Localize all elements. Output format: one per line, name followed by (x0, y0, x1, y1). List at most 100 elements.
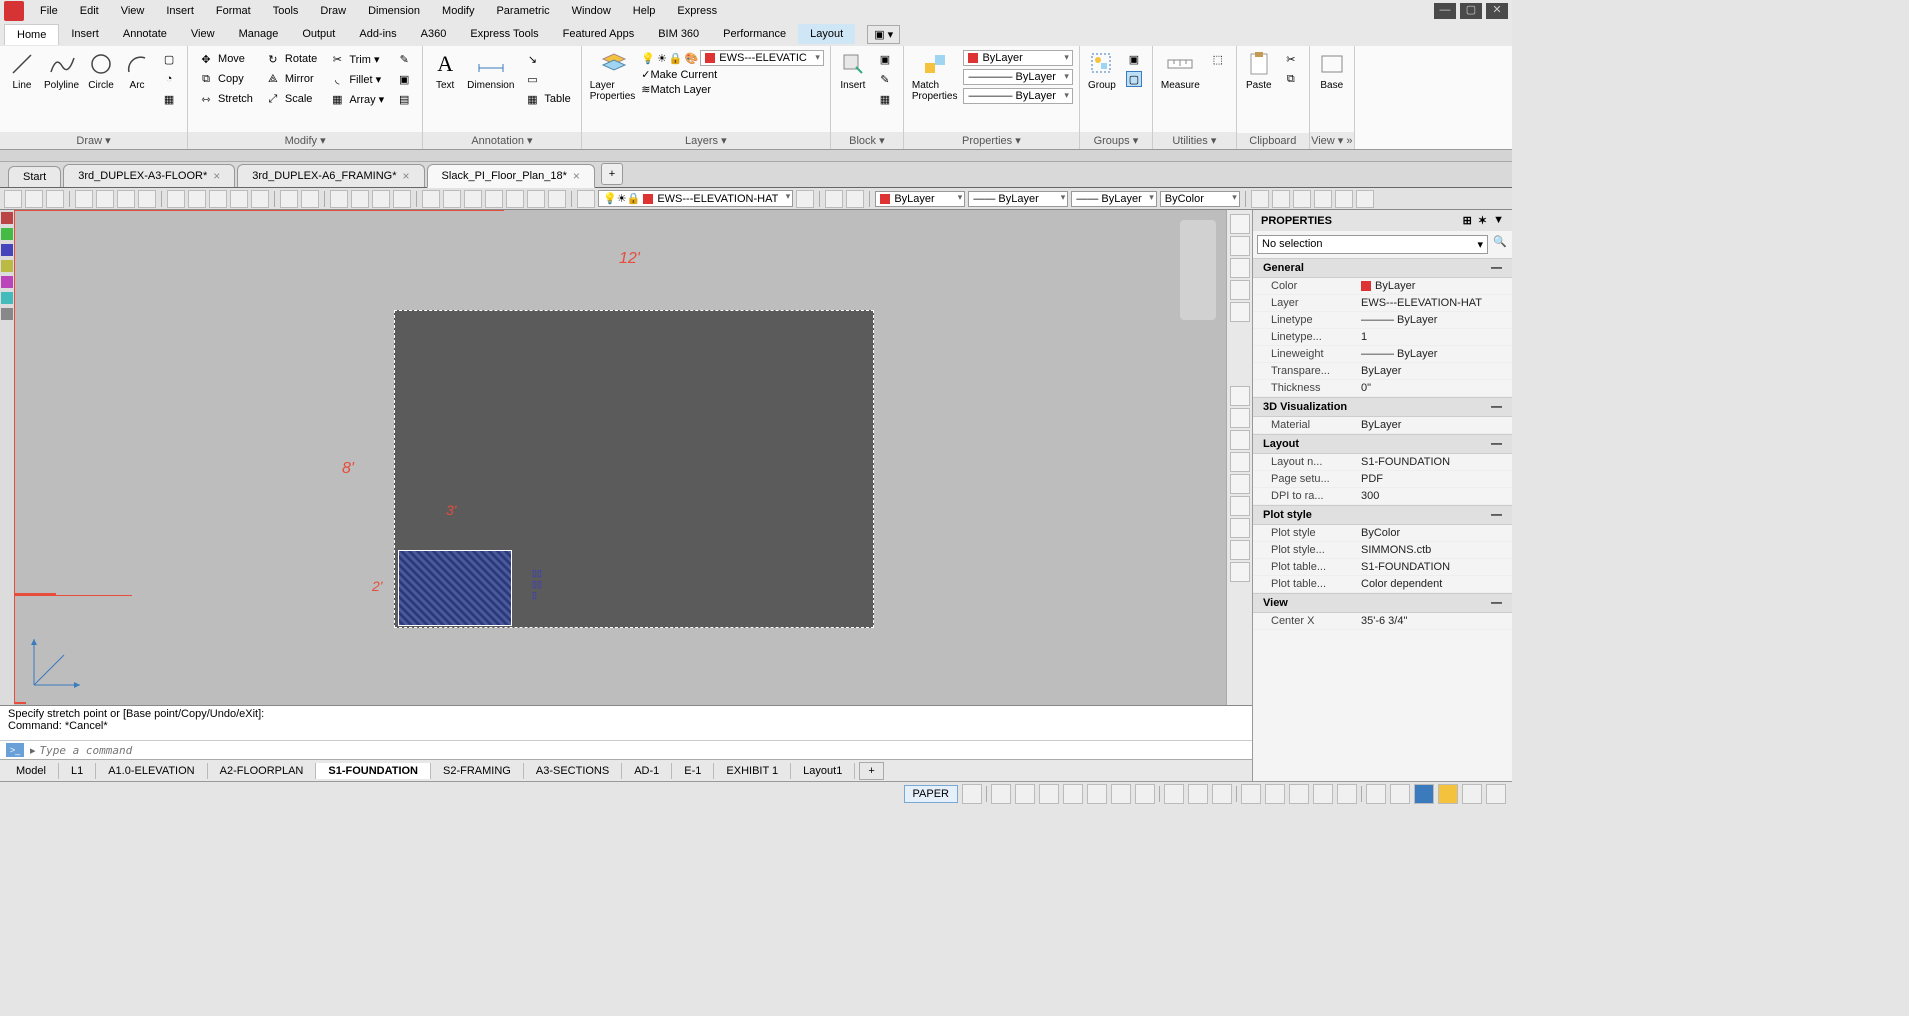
lock-icon[interactable]: 🔒 (669, 52, 683, 65)
tab-featured-apps[interactable]: Featured Apps (551, 24, 647, 44)
palette-tab-8[interactable] (1230, 430, 1250, 450)
qa-publish[interactable] (117, 190, 135, 208)
menu-insert[interactable]: Insert (156, 3, 204, 19)
draw-extra1[interactable]: ▢ (157, 50, 181, 68)
dimension-button[interactable]: Dimension (465, 48, 516, 91)
panel-draw-title[interactable]: Draw ▾ (0, 132, 187, 149)
sb-lock[interactable] (1337, 784, 1357, 804)
modify-extra2[interactable]: ▣ (392, 70, 416, 88)
selection-type-dropdown[interactable]: No selection ▾ (1257, 235, 1488, 254)
match-layer-button[interactable]: ≋Match Layer (641, 83, 824, 96)
qa-undo[interactable] (280, 190, 298, 208)
qa-zoomext[interactable] (372, 190, 390, 208)
layout-tab[interactable]: EXHIBIT 1 (714, 763, 791, 779)
qa-new[interactable] (4, 190, 22, 208)
sb-polar[interactable] (1039, 784, 1059, 804)
qa-prop[interactable] (422, 190, 440, 208)
sb-cycle[interactable] (1164, 784, 1184, 804)
qa-plot[interactable] (75, 190, 93, 208)
tab-insert[interactable]: Insert (59, 24, 111, 44)
layer-properties-button[interactable]: Layer Properties (588, 48, 638, 102)
block-edit[interactable]: ✎ (873, 70, 897, 88)
tab-a360[interactable]: A360 (409, 24, 459, 44)
qa-paste[interactable] (209, 190, 227, 208)
layout-tab[interactable]: L1 (59, 763, 96, 779)
polyline-button[interactable]: Polyline (42, 48, 81, 91)
table-button[interactable]: ▦Table (520, 90, 574, 108)
qa-view6[interactable] (1356, 190, 1374, 208)
sun-icon[interactable]: ☀ (657, 52, 667, 65)
prop-section-header[interactable]: View— (1253, 593, 1512, 613)
tab-layout[interactable]: Layout (798, 24, 855, 44)
prop-row[interactable]: Plot table...Color dependent (1253, 576, 1512, 593)
sb-menu[interactable] (1486, 784, 1506, 804)
sb-lwt[interactable] (1111, 784, 1131, 804)
draw-extra2[interactable]: ◔ (157, 70, 181, 88)
sb-ortho[interactable] (1015, 784, 1035, 804)
draw-extra3[interactable]: ▦ (157, 90, 181, 108)
menu-draw[interactable]: Draw (310, 3, 356, 19)
qa-ref[interactable] (548, 190, 566, 208)
qa-layer[interactable] (577, 190, 595, 208)
new-document-button[interactable]: + (601, 163, 623, 185)
menu-parametric[interactable]: Parametric (486, 3, 559, 19)
palette-tab-2[interactable] (1230, 236, 1250, 256)
trim-button[interactable]: ✂Trim ▾ (325, 50, 388, 68)
menu-help[interactable]: Help (623, 3, 666, 19)
prop-row[interactable]: Thickness0" (1253, 380, 1512, 397)
qa-color-select[interactable]: ByLayer (875, 191, 965, 207)
qa-layer-select[interactable]: 💡☀🔒 EWS---ELEVATION-HAT (598, 190, 793, 207)
array-button[interactable]: ▦Array ▾ (325, 90, 388, 108)
tab-express-tools[interactable]: Express Tools (458, 24, 550, 44)
move-button[interactable]: ✥Move (194, 50, 257, 68)
qa-zoomwin[interactable] (393, 190, 411, 208)
fillet-button[interactable]: ◟Fillet ▾ (325, 70, 388, 88)
qa-linetype-select[interactable]: —— ByLayer (968, 191, 1068, 207)
copy-button[interactable]: ⧉Copy (194, 70, 257, 88)
close-icon[interactable]: × (403, 169, 410, 183)
prop-row[interactable]: Transpare...ByLayer (1253, 363, 1512, 380)
prop-add-icon[interactable]: ✶ (1478, 214, 1487, 227)
sb-units[interactable] (1289, 784, 1309, 804)
layout-tab[interactable]: A3-SECTIONS (524, 763, 622, 779)
qa-view3[interactable] (1293, 190, 1311, 208)
palette-tab-12[interactable] (1230, 518, 1250, 538)
panel-utilities-title[interactable]: Utilities ▾ (1153, 132, 1236, 149)
palette-tab-4[interactable] (1230, 280, 1250, 300)
palette-tab-1[interactable] (1230, 214, 1250, 234)
prop-row[interactable]: Plot table...S1-FOUNDATION (1253, 559, 1512, 576)
menu-express[interactable]: Express (667, 3, 727, 19)
base-view-button[interactable]: Base (1316, 48, 1348, 91)
prop-row[interactable]: MaterialByLayer (1253, 417, 1512, 434)
modify-extra3[interactable]: ▤ (392, 90, 416, 108)
line-button[interactable]: Line (6, 48, 38, 91)
sb-clean[interactable] (1414, 784, 1434, 804)
panel-view-title[interactable]: View ▾ » (1310, 132, 1354, 149)
palette-tab-10[interactable] (1230, 474, 1250, 494)
sb-grid[interactable] (962, 784, 982, 804)
qa-open[interactable] (25, 190, 43, 208)
qa-view1[interactable] (1251, 190, 1269, 208)
palette-tab-13[interactable] (1230, 540, 1250, 560)
window-close[interactable]: ✕ (1486, 3, 1508, 19)
tab-manage[interactable]: Manage (227, 24, 291, 44)
qa-layerextras[interactable] (825, 190, 843, 208)
make-current-button[interactable]: ✓Make Current (641, 68, 824, 81)
insert-block-button[interactable]: Insert (837, 48, 869, 91)
qa-save[interactable] (46, 190, 64, 208)
tab-view[interactable]: View (179, 24, 227, 44)
palette-tab-7[interactable] (1230, 408, 1250, 428)
layerpaint-icon[interactable]: 🎨 (685, 52, 699, 65)
panel-block-title[interactable]: Block ▾ (831, 132, 903, 149)
palette-tab-11[interactable] (1230, 496, 1250, 516)
layout-tab[interactable]: E-1 (672, 763, 714, 779)
palette-tab-6[interactable] (1230, 386, 1250, 406)
panel-layers-title[interactable]: Layers ▾ (582, 132, 830, 149)
layout-tab-model[interactable]: Model (4, 763, 59, 779)
qa-mark[interactable] (527, 190, 545, 208)
pal-tool6[interactable] (1, 292, 13, 304)
sb-ws[interactable] (1241, 784, 1261, 804)
tab-output[interactable]: Output (290, 24, 347, 44)
palette-tab-3[interactable] (1230, 258, 1250, 278)
qa-view2[interactable] (1272, 190, 1290, 208)
